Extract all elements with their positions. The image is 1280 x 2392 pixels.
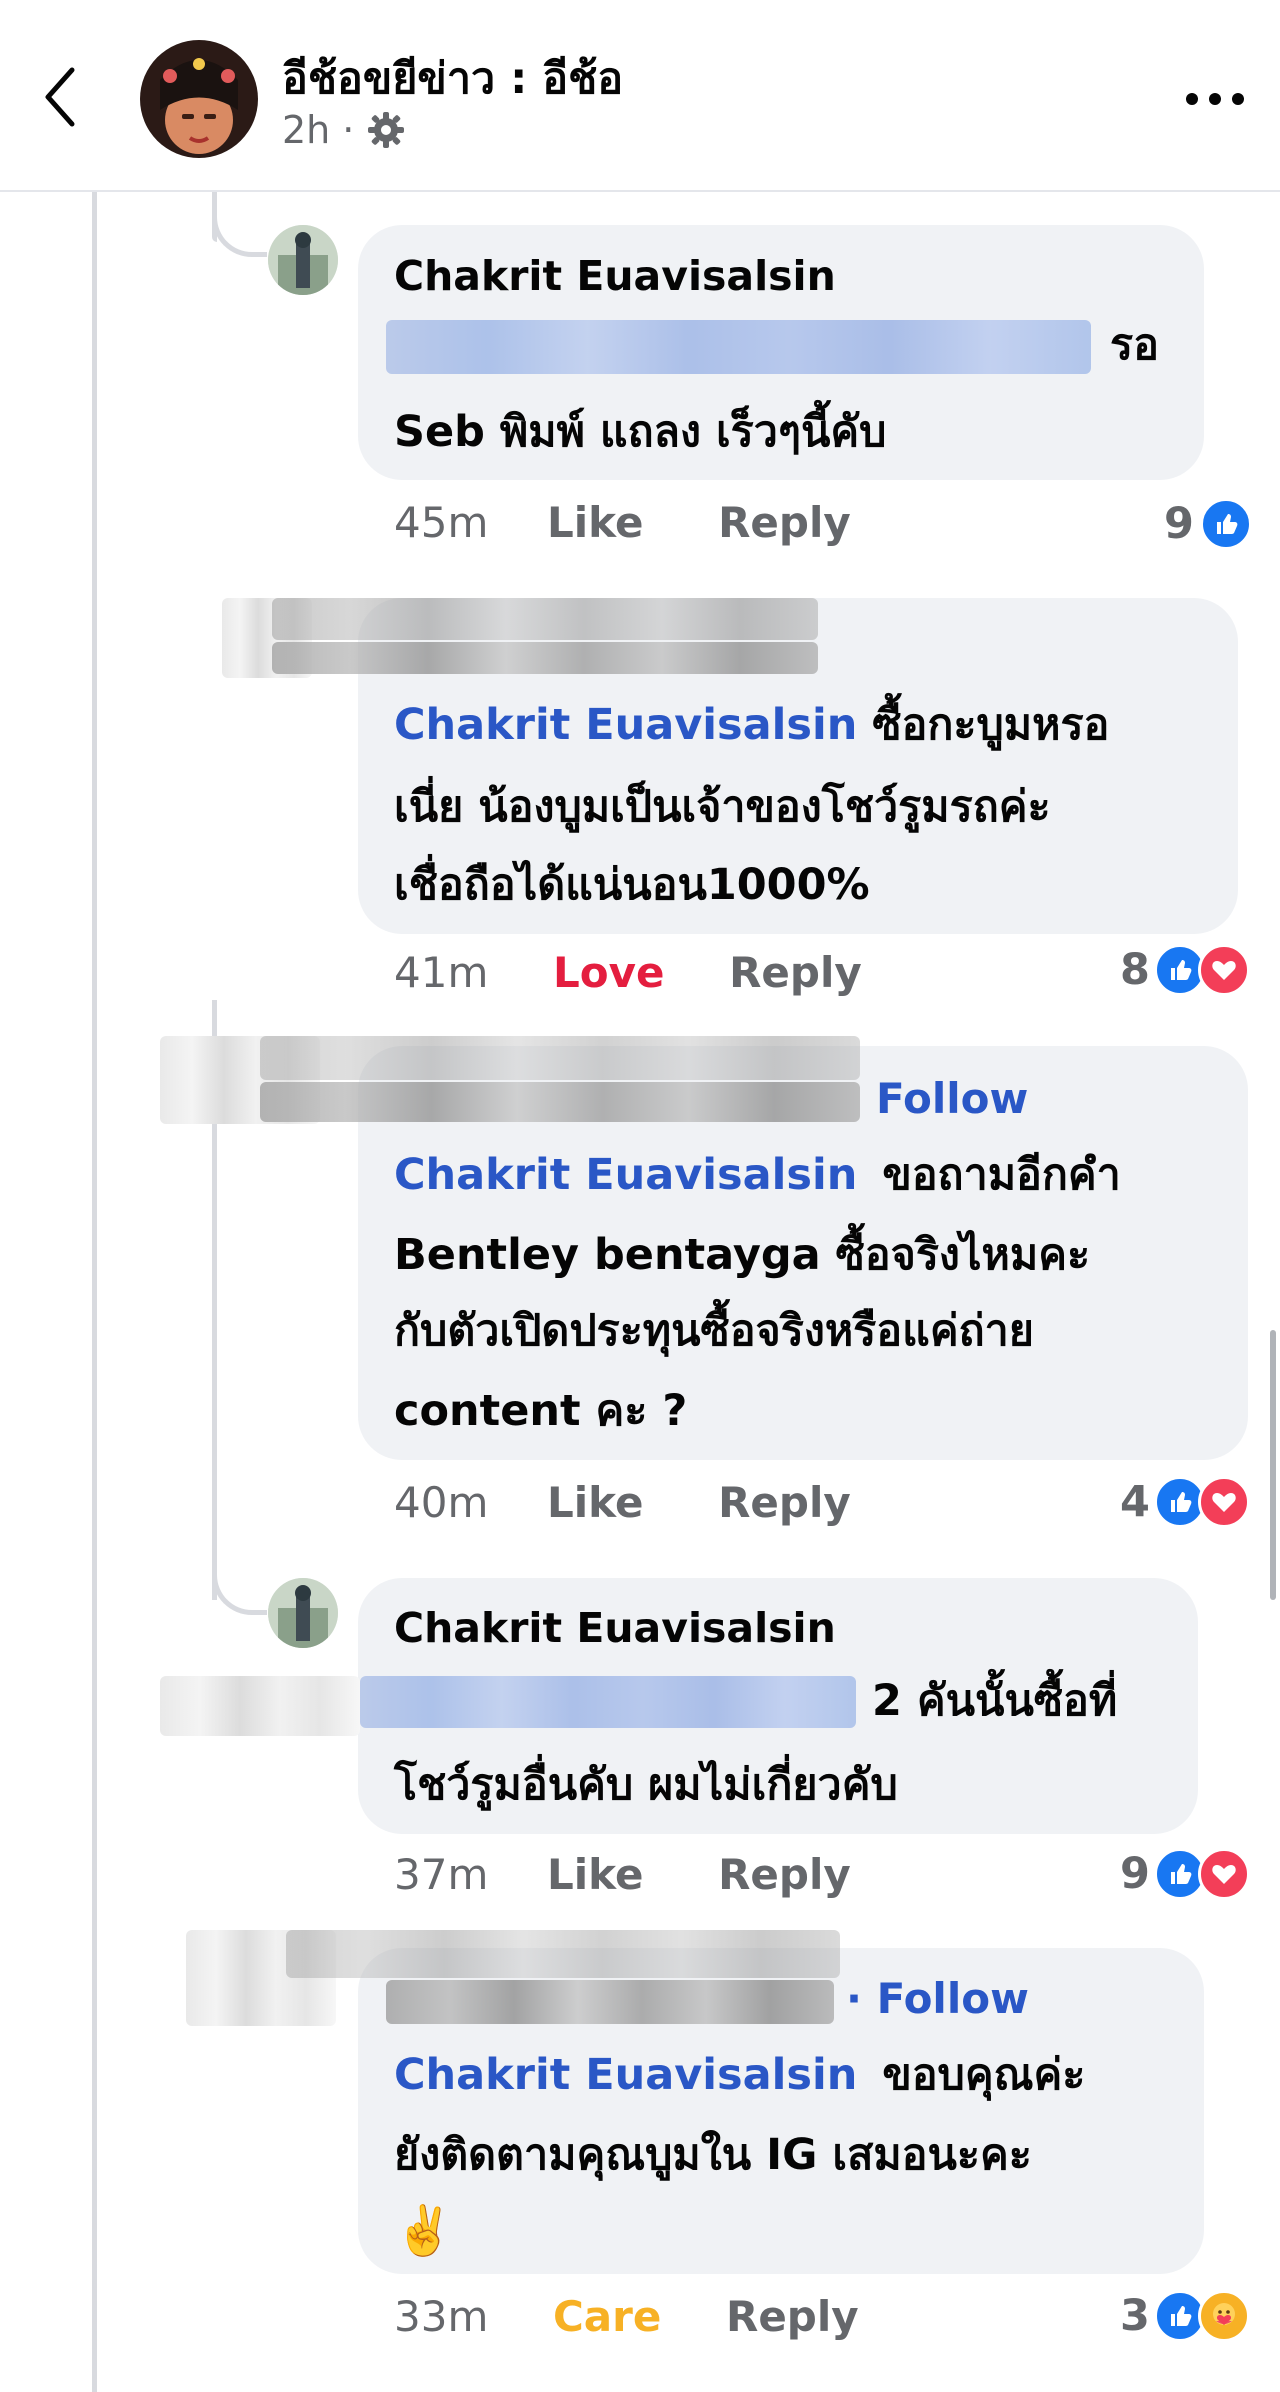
- comment-text: เชื่อถือได้แน่นอน1000%: [394, 860, 870, 910]
- care-icon: [1197, 2290, 1250, 2342]
- comment-text: Seb พิมพ์ แถลง เร็วๆนี้คับ: [394, 407, 887, 457]
- reaction-count: 9: [1164, 499, 1194, 549]
- gear-icon: [368, 112, 405, 148]
- like-button[interactable]: Like: [547, 1478, 643, 1527]
- reply-button[interactable]: Reply: [718, 1478, 851, 1527]
- like-button[interactable]: Like: [547, 1850, 643, 1899]
- redacted-text: [386, 320, 1091, 374]
- love-icon: [1197, 944, 1250, 996]
- reaction-summary[interactable]: 8: [1120, 944, 1250, 996]
- page-avatar[interactable]: [140, 40, 258, 158]
- comment-actions: 45m Like Reply: [394, 498, 851, 547]
- comment-text: Chakrit Euavisalsin ซื้อกะบูมหรอ: [394, 700, 1110, 750]
- comment-author[interactable]: Chakrit Euavisalsin: [394, 252, 836, 300]
- comment-text: รอ: [1110, 320, 1159, 370]
- reply-button[interactable]: Reply: [729, 948, 862, 997]
- care-button[interactable]: Care: [553, 2292, 661, 2341]
- mention-link[interactable]: Chakrit Euavisalsin: [394, 700, 857, 750]
- comment-text: content คะ ?: [394, 1386, 688, 1436]
- redacted-text: [360, 1676, 856, 1728]
- reply-button[interactable]: Reply: [718, 498, 851, 547]
- comment-text: ยังติดตามคุณบูมใน IG เสมอนะคะ: [394, 2130, 1032, 2180]
- comment-actions: 40m Like Reply: [394, 1478, 851, 1527]
- comment-text: กับตัวเปิดประทุนซื้อจริงหรือแค่ถ่าย: [394, 1306, 1034, 1356]
- mention-link[interactable]: Chakrit Euavisalsin: [394, 1150, 857, 1200]
- reply-connector: [212, 1560, 267, 1615]
- like-icon: [1199, 498, 1252, 550]
- reaction-summary[interactable]: 4: [1120, 1476, 1250, 1528]
- page-name[interactable]: อีช้อขยีข่าว : อีช้อ: [282, 44, 623, 112]
- love-icon: [1197, 1476, 1250, 1528]
- redacted-name: [272, 642, 818, 674]
- comment-text: โชว์รูมอื่นคับ ผมไม่เกี่ยวคับ: [394, 1760, 898, 1810]
- reaction-count: 3: [1120, 2291, 1150, 2341]
- back-button[interactable]: [40, 62, 100, 138]
- thread-line: [92, 192, 97, 2392]
- comment-author[interactable]: Chakrit Euavisalsin: [394, 1604, 836, 1652]
- more-options-button[interactable]: [1180, 74, 1250, 124]
- redacted-name: [260, 1036, 860, 1080]
- reaction-count: 4: [1120, 1477, 1150, 1527]
- comment-time: 40m: [394, 1478, 489, 1527]
- reaction-summary[interactable]: 9: [1164, 498, 1252, 550]
- redacted-name: [260, 1082, 860, 1122]
- post-header: อีช้อขยีข่าว : อีช้อ 2h ·: [0, 0, 1280, 192]
- chevron-left-icon: [45, 67, 75, 127]
- follow-button[interactable]: Follow: [876, 1074, 1028, 1123]
- comment-text: 2 คันนั้นซื้อที่: [872, 1676, 1118, 1726]
- reply-connector: [212, 192, 267, 257]
- comment-actions: 41m Love Reply: [394, 948, 862, 997]
- redacted-name: [386, 1980, 834, 2024]
- comment-time: 37m: [394, 1850, 489, 1899]
- reaction-summary[interactable]: 3: [1120, 2290, 1250, 2342]
- reply-button[interactable]: Reply: [726, 2292, 859, 2341]
- redacted-text: [160, 1676, 360, 1736]
- commenter-avatar[interactable]: [268, 225, 338, 295]
- redacted-name: [286, 1930, 840, 1978]
- comment-time: 33m: [394, 2292, 489, 2341]
- scrollbar-thumb[interactable]: [1270, 1330, 1276, 1600]
- comment-time: 41m: [394, 948, 489, 997]
- victory-hand-emoji: ✌️: [394, 2203, 454, 2259]
- comment-actions: 33m Care Reply: [394, 2292, 859, 2341]
- redacted-name: [272, 598, 818, 640]
- like-button[interactable]: Like: [547, 498, 643, 547]
- comment-text: Bentley bentayga ซื้อจริงไหมคะ: [394, 1230, 1091, 1280]
- comment-actions: 37m Like Reply: [394, 1850, 851, 1899]
- follow-button[interactable]: · Follow: [846, 1974, 1029, 2023]
- reaction-count: 8: [1120, 945, 1150, 995]
- post-meta: 2h ·: [282, 108, 406, 152]
- comment-time: 45m: [394, 498, 489, 547]
- comment-text: Chakrit Euavisalsin ขอบคุณค่ะ: [394, 2050, 1086, 2100]
- love-button[interactable]: Love: [553, 948, 664, 997]
- love-icon: [1197, 1848, 1250, 1900]
- more-horizontal-icon: [1186, 93, 1244, 105]
- mention-link[interactable]: Chakrit Euavisalsin: [394, 2050, 857, 2100]
- reply-button[interactable]: Reply: [718, 1850, 851, 1899]
- post-time: 2h: [282, 108, 331, 152]
- reaction-summary[interactable]: 9: [1120, 1848, 1250, 1900]
- commenter-avatar[interactable]: [268, 1578, 338, 1648]
- comment-text: Chakrit Euavisalsin ขอถามอีกคำ: [394, 1150, 1121, 1200]
- comment-text: เนี่ย น้องบูมเป็นเจ้าของโชว์รูมรถค่ะ: [394, 782, 1051, 832]
- reaction-count: 9: [1120, 1849, 1150, 1899]
